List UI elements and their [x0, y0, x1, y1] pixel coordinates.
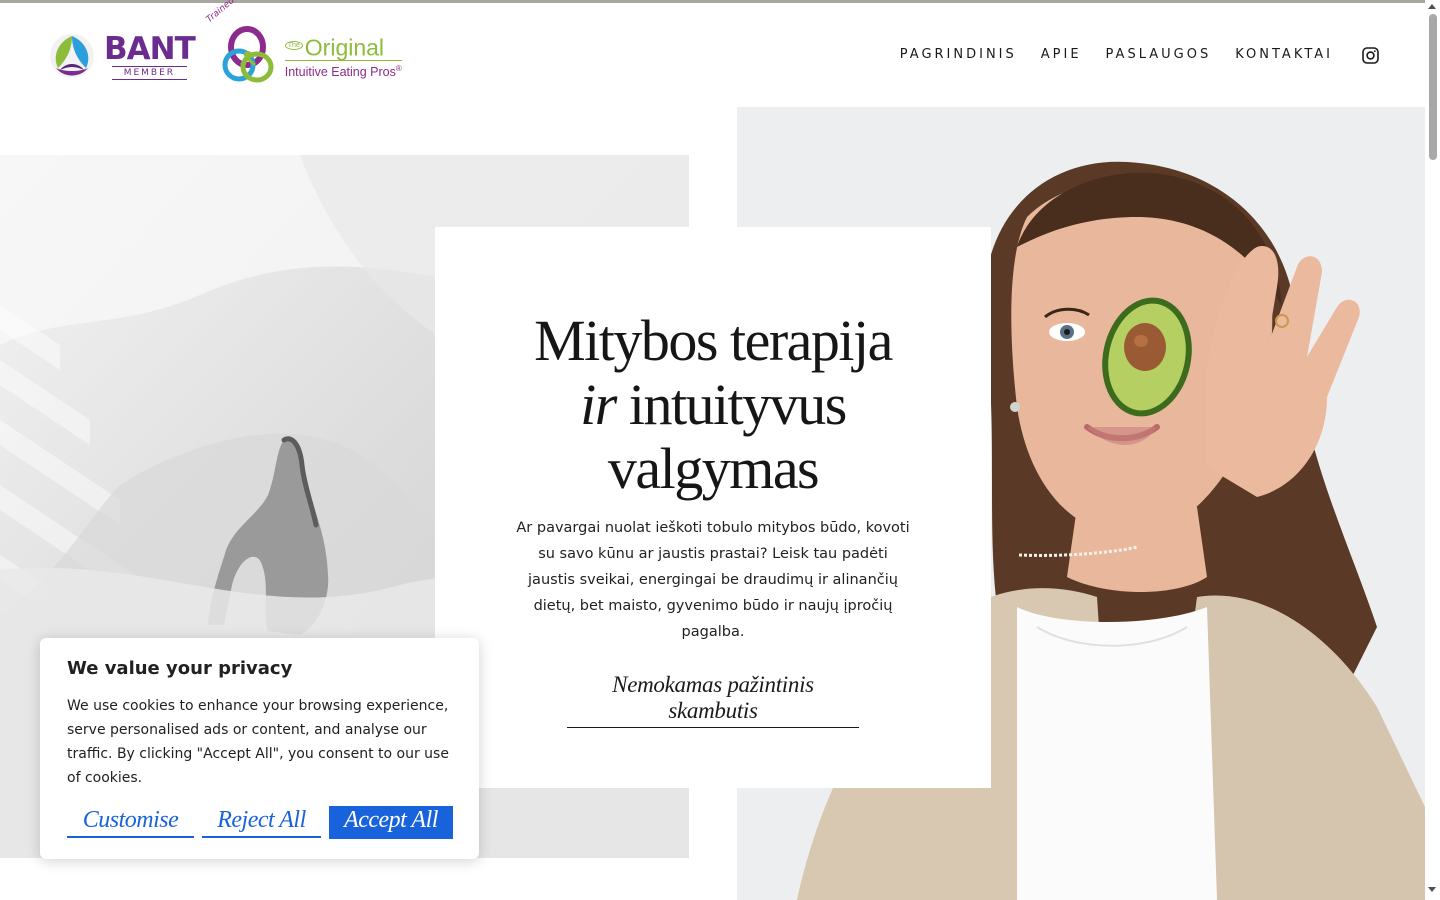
free-call-cta-link[interactable]: Nemokamas pažintinis skambutis	[567, 672, 859, 728]
header-logos: BANT MEMBER Trained & Certified by TheOr…	[48, 0, 402, 93]
hero-card: Mitybos terapija ir intuityvus valgymas Ar…	[435, 227, 991, 788]
hero-title-line1: Mitybos terapija	[534, 308, 893, 373]
accept-all-button[interactable]: Accept All	[329, 806, 453, 839]
iep-original-word: Original	[304, 34, 385, 61]
iep-figure-icon	[222, 26, 274, 83]
nav-link-paslaugos[interactable]: PASLAUGOS	[1106, 47, 1212, 62]
nav-link-pagrindinis[interactable]: PAGRINDINIS	[900, 47, 1017, 62]
scroll-up-arrow-icon[interactable]	[1428, 4, 1436, 9]
iep-registered-mark: ®	[395, 63, 402, 73]
main-nav: PAGRINDINIS APIE PASLAUGOS KONTAKTAI	[876, 47, 1333, 62]
reject-all-button[interactable]: Reject All	[202, 806, 321, 838]
instagram-icon[interactable]	[1362, 47, 1379, 64]
customise-button[interactable]: Customise	[67, 806, 194, 838]
nav-link-kontaktai[interactable]: KONTAKTAI	[1235, 47, 1333, 62]
hero-title-ir: ir	[580, 372, 617, 437]
bant-leaf-icon	[50, 34, 94, 78]
hero-description: Ar pavargai nuolat ieškoti tobulo mitybo…	[516, 520, 910, 640]
iep-the: The	[284, 41, 303, 51]
hero-title-line3: valgymas	[607, 436, 820, 501]
intuitive-eating-pros-logo[interactable]: Trained & Certified by TheOriginal Intui…	[204, 0, 402, 87]
hero-title: Mitybos terapija ir intuityvus valgymas	[435, 309, 991, 501]
nav-link-apie[interactable]: APIE	[1041, 47, 1082, 62]
scroll-down-arrow-icon[interactable]	[1428, 887, 1436, 892]
bant-logo-name: BANT	[104, 30, 196, 67]
cookie-consent-banner: We value your privacy We use cookies to …	[40, 638, 479, 859]
scrollbar-thumb[interactable]	[1429, 14, 1437, 160]
hero-title-line2: intuityvus	[615, 372, 848, 437]
cookie-title: We value your privacy	[67, 658, 293, 679]
bant-logo[interactable]: BANT MEMBER	[48, 30, 196, 80]
bant-logo-member: MEMBER	[111, 65, 188, 80]
cookie-description: We use cookies to enhance your browsing …	[67, 698, 449, 786]
site-header: BANT MEMBER Trained & Certified by TheOr…	[0, 0, 1425, 107]
iep-sub-text: Intuitive Eating Pros	[284, 64, 396, 79]
iep-trained-text: Trained & Certified by	[204, 0, 286, 25]
